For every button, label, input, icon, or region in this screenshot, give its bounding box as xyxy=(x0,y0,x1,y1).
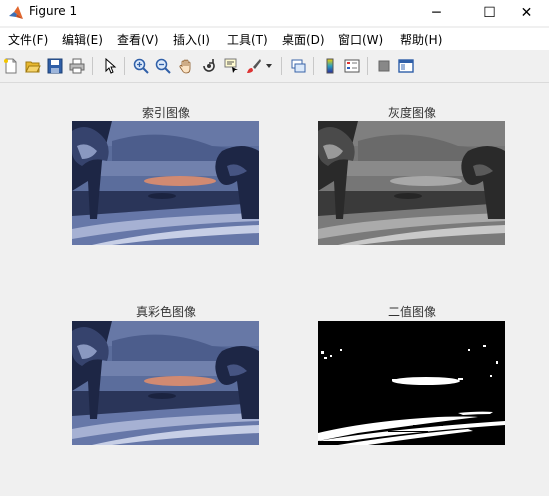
axes-truecolor-image[interactable] xyxy=(72,321,259,445)
axes-title-truecolor: 真彩色图像 xyxy=(135,305,196,319)
brush-dropdown[interactable] xyxy=(264,56,274,76)
binary-image xyxy=(318,321,505,445)
colorbar-icon xyxy=(326,58,334,74)
maximize-icon: ☐ xyxy=(483,5,496,21)
rotate-3d-icon xyxy=(203,59,215,72)
brush-icon xyxy=(247,59,261,73)
zoom-in-button[interactable] xyxy=(131,56,151,76)
pan-hand-icon xyxy=(179,59,191,74)
menu-insert[interactable]: 插入(I) xyxy=(173,31,210,48)
axes-title-binary: 二值图像 xyxy=(387,305,436,319)
print-button[interactable] xyxy=(67,56,87,76)
hide-plot-tools-button[interactable] xyxy=(374,56,394,76)
toolbar-separator xyxy=(124,57,125,75)
new-figure-icon xyxy=(4,58,17,74)
link-plot-button[interactable] xyxy=(288,56,308,76)
minimize-icon: ─ xyxy=(432,5,441,21)
link-plot-icon xyxy=(291,59,306,73)
brush-button[interactable] xyxy=(244,56,264,76)
axes-grayscale-image[interactable] xyxy=(318,121,505,245)
toolbar-separator xyxy=(367,57,368,75)
zoom-out-icon xyxy=(155,58,171,74)
open-file-icon xyxy=(25,61,41,73)
show-plot-tools-button[interactable] xyxy=(396,56,416,76)
save-icon xyxy=(47,58,63,74)
zoom-out-button[interactable] xyxy=(153,56,173,76)
menu-file[interactable]: 文件(F) xyxy=(8,31,48,48)
insert-legend-button[interactable] xyxy=(342,56,362,76)
title-bar: Figure 1 ─ ☐ ✕ xyxy=(0,0,549,26)
window-title: Figure 1 xyxy=(29,4,78,18)
menu-window[interactable]: 窗口(W) xyxy=(338,31,383,48)
grayscale-image xyxy=(318,121,505,245)
axes-binary-image[interactable] xyxy=(318,321,505,445)
chevron-down-icon xyxy=(266,64,272,68)
axes-indexed-image[interactable] xyxy=(72,121,259,245)
menu-tools[interactable]: 工具(T) xyxy=(227,31,268,48)
menu-bar: 文件(F) 编辑(E) 查看(V) 插入(I) 工具(T) 桌面(D) 窗口(W… xyxy=(0,28,549,50)
toolbar xyxy=(0,52,549,83)
indexed-image xyxy=(72,121,259,245)
zoom-in-icon xyxy=(133,58,149,74)
matlab-logo-icon xyxy=(9,6,23,19)
data-cursor-button[interactable] xyxy=(222,56,242,76)
new-figure-button[interactable] xyxy=(1,56,21,76)
pan-button[interactable] xyxy=(176,56,196,76)
toolbar-separator xyxy=(313,57,314,75)
open-file-button[interactable] xyxy=(23,56,43,76)
print-icon xyxy=(69,58,85,74)
show-plot-tools-icon xyxy=(398,59,414,73)
menu-edit[interactable]: 编辑(E) xyxy=(62,31,103,48)
toolbar-separator xyxy=(281,57,282,75)
truecolor-image xyxy=(72,321,259,445)
close-icon: ✕ xyxy=(520,5,533,21)
rotate-3d-button[interactable] xyxy=(199,56,219,76)
hide-plot-tools-icon xyxy=(378,60,390,72)
edit-plot-button[interactable] xyxy=(100,56,120,76)
menu-desktop[interactable]: 桌面(D) xyxy=(282,31,325,48)
close-button[interactable]: ✕ xyxy=(504,0,549,26)
save-button[interactable] xyxy=(45,56,65,76)
axes-title-indexed: 索引图像 xyxy=(141,106,190,120)
toolbar-separator xyxy=(92,57,93,75)
menu-view[interactable]: 查看(V) xyxy=(117,31,159,48)
minimize-button[interactable]: ─ xyxy=(414,0,459,26)
pointer-icon xyxy=(105,58,117,74)
legend-icon xyxy=(344,59,360,73)
menu-help[interactable]: 帮助(H) xyxy=(400,31,442,48)
data-cursor-icon xyxy=(224,58,238,73)
insert-colorbar-button[interactable] xyxy=(320,56,340,76)
axes-title-grayscale: 灰度图像 xyxy=(387,106,436,120)
